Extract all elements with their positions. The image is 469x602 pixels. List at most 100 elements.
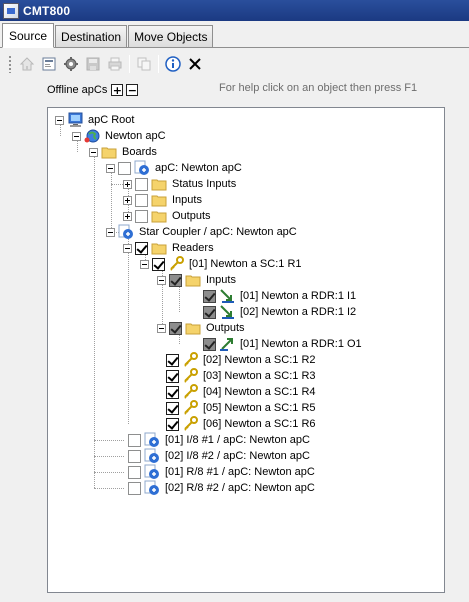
tree-node-boards[interactable]: Boards <box>89 144 158 160</box>
properties-icon[interactable] <box>38 53 60 75</box>
expand-toggle[interactable] <box>123 211 132 221</box>
key-icon <box>182 416 199 432</box>
collapse-toggle[interactable] <box>106 163 115 173</box>
tree-node-label: [05] Newton a SC:1 R5 <box>203 402 316 414</box>
tree-node-star-coupler[interactable]: Star Coupler / apC: Newton apC <box>106 224 298 240</box>
tab-move-objects[interactable]: Move Objects <box>128 25 214 47</box>
node-checkbox[interactable] <box>128 465 141 479</box>
key-icon <box>168 256 185 272</box>
expand-toggle[interactable] <box>123 195 132 205</box>
tree-node-reader-r3[interactable]: [03] Newton a SC:1 R3 <box>166 368 317 384</box>
node-checkbox[interactable] <box>135 193 148 207</box>
node-checkbox[interactable] <box>203 289 216 303</box>
node-checkbox[interactable] <box>203 305 216 319</box>
collapse-toggle[interactable] <box>72 131 81 141</box>
collapse-toggle[interactable] <box>106 227 115 237</box>
tree-node-board-r8-1[interactable]: [01] R/8 #1 / apC: Newton apC <box>128 464 316 480</box>
tree-node-label: [02] Newton a SC:1 R2 <box>203 354 316 366</box>
tree-node-readers[interactable]: Readers <box>123 240 215 256</box>
tree-node-status-inputs[interactable]: Status Inputs <box>123 176 237 192</box>
tree-node-r1-inputs[interactable]: Inputs <box>157 272 237 288</box>
tree-node-r1-outputs[interactable]: Outputs <box>157 320 246 336</box>
tree-node-input-i1[interactable]: [01] Newton a RDR:1 I1 <box>203 288 357 304</box>
collapse-toggle[interactable] <box>157 275 166 285</box>
node-checkbox[interactable] <box>166 401 179 415</box>
tree-node-label: [01] Newton a RDR:1 I1 <box>240 290 357 302</box>
folder-icon <box>151 176 168 192</box>
tree-node-apc-root[interactable]: apC Root <box>55 112 135 128</box>
tree-node-label: Newton apC <box>105 130 166 142</box>
collapse-toggle[interactable] <box>55 115 64 125</box>
tree-node-outputs[interactable]: Outputs <box>123 208 212 224</box>
toolbar-grip[interactable] <box>8 55 12 73</box>
tab-destination[interactable]: Destination <box>55 25 128 47</box>
node-checkbox[interactable] <box>118 161 131 175</box>
collapse-toggle[interactable] <box>140 259 149 269</box>
offline-apcs-label: Offline apCs <box>47 84 108 96</box>
node-checkbox[interactable] <box>128 449 141 463</box>
folder-icon <box>185 272 202 288</box>
board-icon <box>134 160 151 176</box>
tree-node-reader-r2[interactable]: [02] Newton a SC:1 R2 <box>166 352 317 368</box>
node-checkbox[interactable] <box>152 257 165 271</box>
node-checkbox[interactable] <box>166 353 179 367</box>
tree-node-reader-r6[interactable]: [06] Newton a SC:1 R6 <box>166 416 317 432</box>
node-checkbox[interactable] <box>128 433 141 447</box>
node-checkbox[interactable] <box>135 209 148 223</box>
tree-node-reader-r1[interactable]: [01] Newton a SC:1 R1 <box>140 256 303 272</box>
save-icon[interactable] <box>82 53 104 75</box>
toolbar-separator <box>158 55 159 73</box>
window-title: CMT800 <box>23 3 71 18</box>
node-checkbox[interactable] <box>203 337 216 351</box>
tab-strip: Source Destination Move Objects <box>0 22 469 48</box>
settings-gear-icon[interactable] <box>60 53 82 75</box>
tree-node-label: [02] Newton a RDR:1 I2 <box>240 306 357 318</box>
tree-node-inputs[interactable]: Inputs <box>123 192 203 208</box>
tree-node-label: Readers <box>172 242 214 254</box>
node-checkbox[interactable] <box>166 385 179 399</box>
board-icon <box>144 448 161 464</box>
copy-icon[interactable] <box>133 53 155 75</box>
tree-node-reader-r5[interactable]: [05] Newton a SC:1 R5 <box>166 400 317 416</box>
board-icon <box>144 480 161 496</box>
print-icon[interactable] <box>104 53 126 75</box>
info-icon[interactable] <box>162 53 184 75</box>
input-arrow-icon <box>219 304 236 320</box>
tree-node-board-r8-2[interactable]: [02] R/8 #2 / apC: Newton apC <box>128 480 316 496</box>
tab-source[interactable]: Source <box>2 23 55 48</box>
tree-node-label: [06] Newton a SC:1 R6 <box>203 418 316 430</box>
tree-node-board-i8-1[interactable]: [01] I/8 #1 / apC: Newton apC <box>128 432 311 448</box>
tree-node-label: [03] Newton a SC:1 R3 <box>203 370 316 382</box>
tree-node-newton-apc[interactable]: Newton apC <box>72 128 167 144</box>
home-icon[interactable] <box>16 53 38 75</box>
close-x-icon[interactable] <box>184 53 206 75</box>
tree-node-label: Boards <box>122 146 157 158</box>
input-arrow-icon <box>219 288 236 304</box>
collapse-toggle[interactable] <box>157 323 166 333</box>
tree-view[interactable]: apC Root Newton apC Boards apC: Newton a… <box>47 107 445 593</box>
folder-icon <box>101 144 118 160</box>
expand-all-button[interactable]: + <box>111 84 124 96</box>
tree-node-label: Outputs <box>206 322 245 334</box>
tree-node-board-newton-apc[interactable]: apC: Newton apC <box>106 160 243 176</box>
tree-node-output-o1[interactable]: [01] Newton a RDR:1 O1 <box>203 336 363 352</box>
node-checkbox[interactable] <box>135 241 148 255</box>
node-checkbox[interactable] <box>169 273 182 287</box>
key-icon <box>182 368 199 384</box>
tree-node-board-i8-2[interactable]: [02] I/8 #2 / apC: Newton apC <box>128 448 311 464</box>
tree-node-input-i2[interactable]: [02] Newton a RDR:1 I2 <box>203 304 357 320</box>
key-icon <box>182 384 199 400</box>
expand-toggle[interactable] <box>123 179 132 189</box>
collapse-toggle[interactable] <box>123 243 132 253</box>
collapse-toggle[interactable] <box>89 147 98 157</box>
node-checkbox[interactable] <box>166 369 179 383</box>
folder-icon <box>185 320 202 336</box>
collapse-all-button[interactable]: − <box>126 84 139 96</box>
node-checkbox[interactable] <box>135 177 148 191</box>
node-checkbox[interactable] <box>128 481 141 495</box>
output-arrow-icon <box>219 336 236 352</box>
tree-node-label: [01] I/8 #1 / apC: Newton apC <box>165 434 310 446</box>
node-checkbox[interactable] <box>166 417 179 431</box>
node-checkbox[interactable] <box>169 321 182 335</box>
tree-node-reader-r4[interactable]: [04] Newton a SC:1 R4 <box>166 384 317 400</box>
